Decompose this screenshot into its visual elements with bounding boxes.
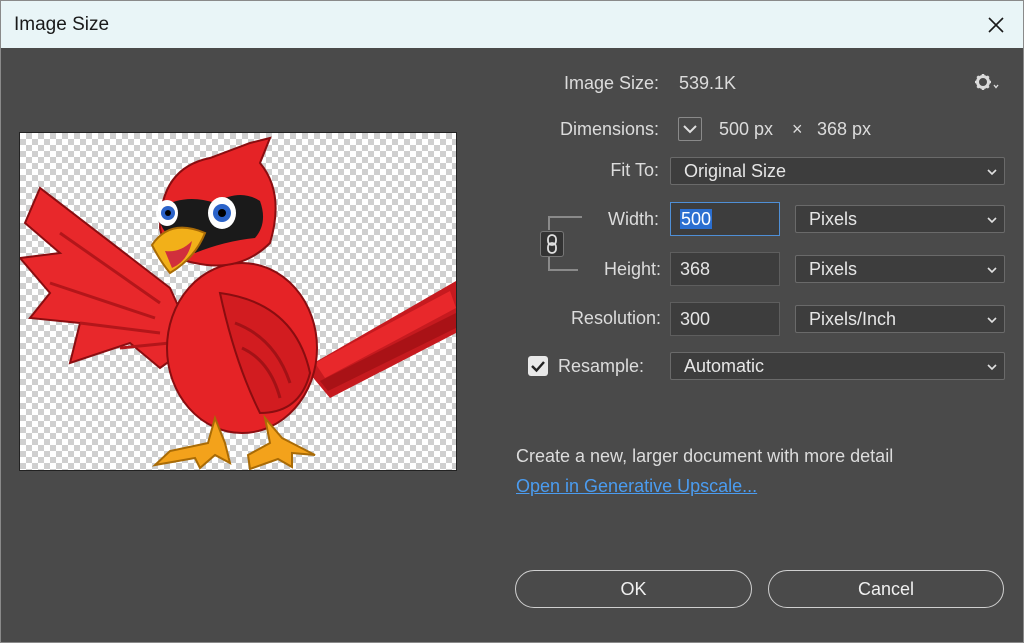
dimensions-height: 368 px (817, 119, 872, 139)
resolution-value: 300 (680, 309, 711, 329)
fit-to-label: Fit To: (610, 160, 659, 180)
upscale-description: Create a new, larger document with more … (516, 446, 894, 466)
width-label: Width: (607, 209, 659, 229)
resolution-input[interactable]: 300 (670, 302, 780, 336)
gear-icon (975, 74, 999, 90)
dimensions-separator: × (792, 119, 803, 139)
fit-to-value: Original Size (684, 161, 787, 181)
width-unit-value: Pixels (809, 209, 858, 229)
constrain-bracket-top-vertical (548, 216, 550, 230)
chevron-down-icon (987, 364, 997, 371)
resample-method-select[interactable]: Automatic (670, 352, 1005, 380)
chevron-down-icon (987, 267, 997, 274)
constrain-proportions-toggle[interactable] (540, 231, 564, 257)
image-preview (19, 132, 457, 471)
dialog-title: Image Size (14, 14, 110, 35)
height-unit-select[interactable]: Pixels (795, 255, 1005, 283)
width-unit-select[interactable]: Pixels (795, 205, 1005, 233)
checkmark-icon (531, 361, 545, 373)
resolution-unit-value: Pixels/Inch (809, 309, 897, 329)
link-chain-icon (547, 234, 557, 254)
cardinal-illustration (20, 136, 456, 470)
close-icon (988, 16, 1004, 33)
ok-button[interactable]: OK (515, 570, 752, 608)
title-bar: Image Size (1, 1, 1023, 48)
resolution-label: Resolution: (570, 308, 661, 328)
dimensions-width: 500 px (719, 119, 774, 139)
width-value: 500 (680, 209, 713, 229)
chevron-down-icon (683, 125, 697, 134)
chevron-down-icon (987, 217, 997, 224)
resample-method-value: Automatic (684, 356, 765, 376)
fit-to-select[interactable]: Original Size (670, 157, 1005, 185)
close-button[interactable] (969, 1, 1023, 48)
resample-checkbox[interactable] (528, 356, 548, 376)
resolution-unit-select[interactable]: Pixels/Inch (795, 305, 1005, 333)
settings-button[interactable] (974, 73, 1000, 93)
chevron-down-icon (987, 169, 997, 176)
height-label: Height: (603, 259, 661, 279)
bird-head (150, 136, 277, 275)
generative-upscale-link[interactable]: Open in Generative Upscale... (516, 476, 757, 497)
image-size-value: 539.1K (679, 73, 737, 93)
width-input[interactable]: 500 (670, 202, 780, 236)
resample-label: Resample: (558, 356, 645, 376)
cancel-button[interactable]: Cancel (768, 570, 1004, 608)
dimensions-units-toggle[interactable] (678, 117, 702, 141)
image-size-label: Image Size: (563, 73, 659, 93)
height-value: 368 (680, 259, 711, 279)
height-unit-value: Pixels (809, 259, 858, 279)
height-input[interactable]: 368 (670, 252, 780, 286)
chevron-down-icon (987, 317, 997, 324)
image-size-dialog: Image Size Image Size: 539.1K Dimensions… (0, 0, 1024, 643)
bird-tail (305, 281, 456, 398)
dimensions-label: Dimensions: (559, 119, 659, 139)
